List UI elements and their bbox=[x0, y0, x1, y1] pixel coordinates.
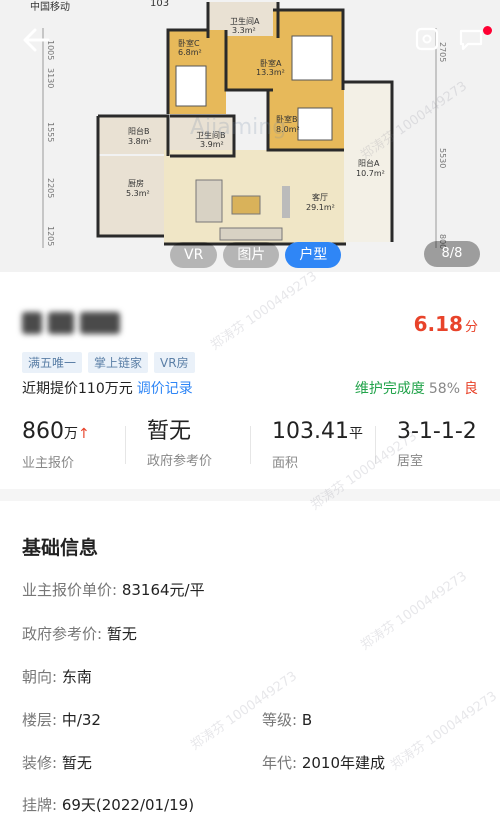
info-value: 暂无 bbox=[106, 625, 137, 643]
stat-gov-price: 暂无 政府参考价 bbox=[125, 418, 250, 472]
floor-plan-gallery[interactable]: 中国移动 103 1005 3130 1555 2205 1205 2705 5… bbox=[0, 0, 500, 272]
info-orientation: 朝向: 东南 bbox=[22, 666, 92, 687]
listing-title-redacted bbox=[22, 312, 122, 336]
vr-view-button[interactable] bbox=[412, 24, 442, 54]
stat-label: 居室 bbox=[397, 454, 424, 469]
tag-item: VR房 bbox=[154, 352, 195, 373]
info-key: 装修: bbox=[22, 754, 62, 772]
message-button[interactable] bbox=[456, 24, 486, 54]
price-change-text: 近期提价110万元 bbox=[22, 381, 133, 397]
info-value: 中/32 bbox=[61, 711, 101, 729]
tag-item: 满五唯一 bbox=[22, 352, 83, 373]
info-grade: 等级: B bbox=[262, 709, 312, 730]
info-build-year: 年代: 2010年建成 bbox=[262, 752, 385, 773]
section-divider bbox=[0, 489, 500, 501]
room-wc-a-name: 卫生间A bbox=[230, 16, 260, 26]
info-key: 楼层: bbox=[22, 711, 62, 729]
room-bed-c-area: 6.8m² bbox=[178, 48, 202, 57]
stat-layout: 3-1-1-2 居室 bbox=[375, 418, 500, 472]
info-listed: 挂牌: 69天(2022/01/19) bbox=[22, 794, 194, 815]
chat-bubble-icon bbox=[459, 29, 483, 51]
watermark-text: 郑涛芬 1000449273 bbox=[358, 568, 470, 654]
info-value: 69天(2022/01/19) bbox=[61, 796, 195, 814]
tab-floor-plan[interactable]: 户型 bbox=[285, 242, 342, 268]
tag-item: 掌上链家 bbox=[88, 352, 149, 373]
room-kitchen-area: 5.3m² bbox=[126, 189, 150, 198]
listing-score: 6.18 分 bbox=[414, 312, 478, 336]
stat-area: 103.41平 面积 bbox=[250, 418, 375, 472]
stat-value: 3-1-1-2 bbox=[397, 419, 477, 444]
info-value: B bbox=[301, 711, 313, 729]
price-history-link[interactable]: 调价记录 bbox=[137, 381, 193, 397]
listing-tags: 满五唯一 掌上链家 VR房 bbox=[22, 352, 195, 373]
dim-left-5: 1205 bbox=[46, 226, 55, 246]
maintenance-progress: 维护完成度 58% 良 bbox=[355, 378, 478, 398]
room-kitchen-name: 厨房 bbox=[128, 178, 144, 188]
stat-label: 业主报价 bbox=[22, 456, 75, 471]
price-change-row: 近期提价110万元 调价记录 bbox=[22, 378, 193, 398]
score-value: 6.18 bbox=[413, 312, 463, 336]
media-tab-bar: VR 图片 户型 bbox=[170, 241, 342, 269]
arrow-left-icon bbox=[23, 28, 50, 52]
dim-left-2: 3130 bbox=[46, 68, 55, 88]
info-value: 2010年建成 bbox=[301, 754, 386, 772]
info-key: 年代: bbox=[262, 754, 302, 772]
dim-left-4: 2205 bbox=[46, 178, 55, 198]
listing-title-bar: 6.18 分 bbox=[0, 300, 500, 350]
info-value: 东南 bbox=[61, 668, 92, 686]
stat-label: 政府参考价 bbox=[147, 454, 213, 469]
room-wc-a-area: 3.3m² bbox=[232, 26, 256, 35]
plan-watermark: Ajiaming bbox=[190, 115, 286, 140]
room-balcony-b-name: 阳台B bbox=[128, 126, 150, 136]
tab-vr[interactable]: VR bbox=[170, 242, 218, 268]
maintenance-level: 良 bbox=[464, 381, 478, 397]
room-bed-a-name: 卧室A bbox=[260, 58, 282, 68]
info-key: 朝向: bbox=[22, 668, 62, 686]
stat-label: 面积 bbox=[272, 456, 299, 471]
info-unit-price: 业主报价单价: 83164元/平 bbox=[22, 579, 205, 600]
info-key: 政府参考价: bbox=[22, 625, 107, 643]
info-decoration: 装修: 暂无 bbox=[22, 752, 92, 773]
room-balcony-a-name: 阳台A bbox=[358, 158, 380, 168]
info-gov-price: 政府参考价: 暂无 bbox=[22, 623, 137, 644]
room-wc-b-area: 3.9m² bbox=[200, 140, 224, 149]
room-bed-c-name: 卧室C bbox=[178, 38, 200, 48]
info-key: 等级: bbox=[262, 711, 302, 729]
arrow-up-icon: ↑ bbox=[78, 426, 90, 442]
maintenance-percent: 58% bbox=[428, 381, 460, 397]
room-balcony-b-area: 3.8m² bbox=[128, 137, 152, 146]
info-value: 83164元/平 bbox=[121, 581, 205, 599]
room-bed-a-area: 13.3m² bbox=[256, 68, 285, 77]
dim-left-3: 1555 bbox=[46, 122, 55, 142]
watermark-text: 郑涛芬 1000449273 bbox=[388, 688, 500, 774]
info-floor: 楼层: 中/32 bbox=[22, 709, 101, 730]
info-key: 业主报价单价: bbox=[22, 581, 122, 599]
stat-unit: 万 bbox=[64, 426, 78, 442]
stat-owner-price: 860万↑ 业主报价 bbox=[0, 418, 125, 472]
room-living-area: 29.1m² bbox=[306, 203, 335, 212]
notification-dot bbox=[483, 26, 492, 35]
vr-icon bbox=[415, 27, 439, 51]
score-unit: 分 bbox=[464, 320, 478, 335]
stat-value: 暂无 bbox=[147, 419, 192, 444]
room-living-name: 客厅 bbox=[312, 192, 328, 202]
info-key: 挂牌: bbox=[22, 796, 62, 814]
info-value: 暂无 bbox=[61, 754, 92, 772]
stat-value: 860 bbox=[22, 419, 64, 444]
dim-right-2: 5530 bbox=[438, 148, 447, 168]
maintenance-label: 维护完成度 bbox=[354, 381, 425, 397]
back-button[interactable] bbox=[18, 22, 54, 58]
key-stats: 860万↑ 业主报价 暂无 政府参考价 103.41平 面积 3-1-1-2 居… bbox=[0, 418, 500, 472]
basic-info-title: 基础信息 bbox=[22, 537, 99, 559]
room-balcony-a-area: 10.7m² bbox=[356, 169, 385, 178]
stat-unit: 平 bbox=[348, 426, 363, 442]
tab-photos[interactable]: 图片 bbox=[223, 242, 280, 268]
image-counter: 8/8 bbox=[424, 241, 480, 267]
stat-value: 103.41 bbox=[272, 419, 349, 444]
